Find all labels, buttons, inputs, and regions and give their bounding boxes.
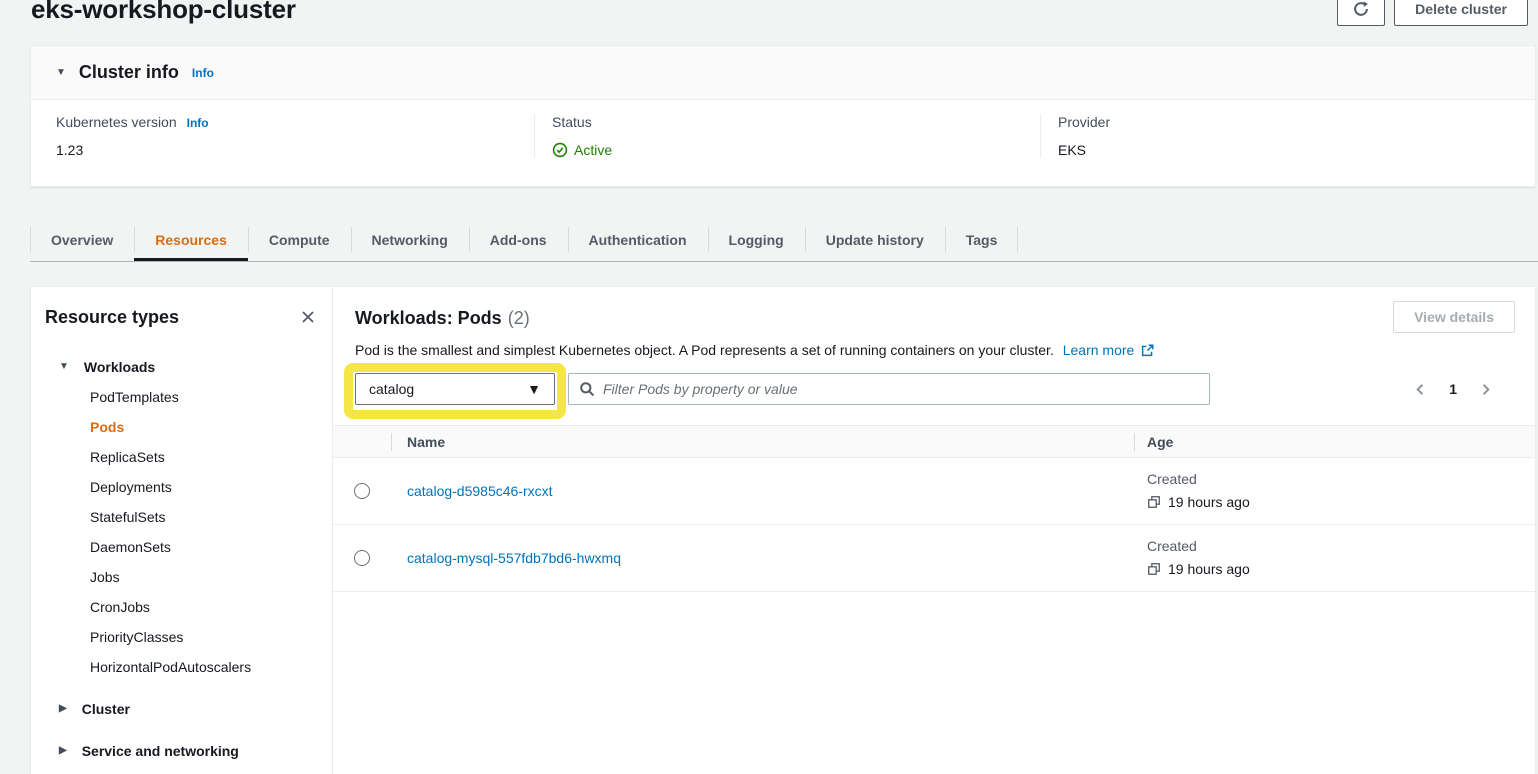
status-label: Status: [552, 114, 592, 130]
pods-search-box: [568, 373, 1210, 405]
status-active-icon: [552, 142, 568, 158]
sidebar-close-button[interactable]: [296, 305, 320, 329]
learn-more-link[interactable]: Learn more: [1063, 342, 1135, 358]
next-page-button[interactable]: [1478, 382, 1493, 397]
copy-icon: [1147, 562, 1161, 576]
pod-name-link[interactable]: catalog-mysql-557fdb7bd6-hwxmq: [407, 550, 621, 566]
namespace-filter-value: catalog: [369, 381, 414, 397]
table-row: catalog-mysql-557fdb7bd6-hwxmq Created: [333, 525, 1535, 592]
sidebar-group-cluster[interactable]: ▶ Cluster: [45, 701, 320, 717]
copy-button[interactable]: [1147, 562, 1161, 576]
pod-name-link[interactable]: catalog-d5985c46-rxcxt: [407, 483, 553, 499]
copy-icon: [1147, 495, 1161, 509]
close-icon: [300, 309, 316, 325]
provider-label: Provider: [1058, 114, 1110, 130]
pods-count: (2): [508, 308, 530, 329]
status-badge: Active: [574, 142, 612, 158]
tab-logging[interactable]: Logging: [708, 218, 805, 261]
workloads-items: PodTemplates Pods ReplicaSets Deployment…: [45, 389, 320, 675]
triangle-right-icon: ▶: [59, 704, 67, 714]
cluster-info-info-link[interactable]: Info: [192, 66, 214, 80]
view-details-button[interactable]: View details: [1393, 301, 1515, 333]
provider-value: EKS: [1058, 142, 1535, 158]
sidebar-group-service-networking-label: Service and networking: [82, 743, 239, 759]
pods-description: Pod is the smallest and simplest Kuberne…: [355, 342, 1515, 360]
filter-row: catalog ▼: [355, 373, 1515, 405]
table-header-row: Name Age: [333, 425, 1535, 458]
sidebar-group-workloads-label: Workloads: [84, 359, 155, 375]
age-column-header: Age: [1134, 434, 1535, 450]
sidebar-group-workloads[interactable]: ▼ Workloads: [45, 359, 320, 375]
cluster-info-header[interactable]: ▼ Cluster info Info: [31, 46, 1535, 100]
sidebar-item-deployments[interactable]: Deployments: [90, 479, 320, 495]
kubernetes-version-value: 1.23: [56, 142, 534, 158]
current-page-number[interactable]: 1: [1449, 381, 1457, 397]
age-created-label: Created: [1147, 471, 1535, 487]
pods-panel-title: Workloads: Pods: [355, 308, 502, 329]
eks-console-screen: eks-workshop-cluster Delete cluster ▼ Cl…: [0, 0, 1538, 774]
row-radio-button[interactable]: [354, 550, 370, 566]
age-value-text: 19 hours ago: [1168, 494, 1250, 510]
tab-add-ons[interactable]: Add-ons: [469, 218, 568, 261]
tab-resources[interactable]: Resources: [134, 218, 248, 261]
pagination: 1: [1413, 381, 1493, 397]
age-value-text: 19 hours ago: [1168, 561, 1250, 577]
sidebar-item-podtemplates[interactable]: PodTemplates: [90, 389, 320, 405]
status-field: Status Active: [534, 114, 1040, 158]
caret-down-icon: ▼: [527, 381, 541, 397]
sidebar-item-pods[interactable]: Pods: [90, 419, 320, 435]
collapse-triangle-icon: ▼: [56, 68, 66, 78]
cluster-info-card: ▼ Cluster info Info Kubernetes version I…: [30, 45, 1536, 187]
tab-update-history[interactable]: Update history: [805, 218, 945, 261]
triangle-right-icon: ▶: [59, 746, 67, 756]
cluster-info-title: Cluster info: [79, 62, 179, 83]
pods-search-input[interactable]: [603, 381, 1199, 397]
triangle-down-icon: ▼: [59, 362, 69, 372]
sidebar-title: Resource types: [45, 307, 179, 328]
row-radio-button[interactable]: [354, 483, 370, 499]
resources-card: Resource types ▼ Workloads PodTemplates …: [30, 286, 1536, 774]
tab-networking[interactable]: Networking: [351, 218, 469, 261]
sidebar-item-priorityclasses[interactable]: PriorityClasses: [90, 629, 320, 645]
external-link-icon: [1141, 344, 1154, 360]
copy-button[interactable]: [1147, 495, 1161, 509]
sidebar-item-daemonsets[interactable]: DaemonSets: [90, 539, 320, 555]
name-column-header: Name: [391, 434, 1134, 450]
delete-cluster-button[interactable]: Delete cluster: [1394, 0, 1528, 26]
namespace-filter-dropdown[interactable]: catalog ▼: [355, 373, 555, 405]
refresh-icon: [1352, 0, 1370, 18]
provider-field: Provider EKS: [1040, 114, 1535, 158]
age-created-label: Created: [1147, 538, 1535, 554]
cluster-info-body: Kubernetes version Info 1.23 Status: [31, 100, 1535, 158]
tab-compute[interactable]: Compute: [248, 218, 351, 261]
tab-tags[interactable]: Tags: [945, 218, 1019, 261]
resource-types-sidebar: Resource types ▼ Workloads PodTemplates …: [31, 287, 333, 774]
sidebar-item-jobs[interactable]: Jobs: [90, 569, 320, 585]
pods-table: Name Age catalog-d5985c46-rxcxt Created: [333, 425, 1535, 592]
kubernetes-version-info-link[interactable]: Info: [187, 116, 209, 130]
tab-overview[interactable]: Overview: [30, 218, 134, 261]
sidebar-item-horizontalpodautoscalers[interactable]: HorizontalPodAutoscalers: [90, 659, 320, 675]
previous-page-button[interactable]: [1413, 382, 1428, 397]
kubernetes-version-field: Kubernetes version Info 1.23: [31, 114, 534, 158]
tab-authentication[interactable]: Authentication: [568, 218, 708, 261]
search-icon: [579, 381, 595, 397]
sidebar-item-replicasets[interactable]: ReplicaSets: [90, 449, 320, 465]
sidebar-group-cluster-label: Cluster: [82, 701, 130, 717]
kubernetes-version-label: Kubernetes version: [56, 114, 177, 130]
page-title: eks-workshop-cluster: [31, 0, 296, 25]
sidebar-item-statefulsets[interactable]: StatefulSets: [90, 509, 320, 525]
refresh-button[interactable]: [1337, 0, 1385, 26]
sidebar-group-service-networking[interactable]: ▶ Service and networking: [45, 743, 320, 759]
sidebar-item-cronjobs[interactable]: CronJobs: [90, 599, 320, 615]
pods-panel: Workloads: Pods (2) View details Pod is …: [333, 287, 1535, 774]
table-row: catalog-d5985c46-rxcxt Created: [333, 458, 1535, 525]
page-actions: Delete cluster: [1337, 0, 1528, 26]
cluster-tabs: Overview Resources Compute Networking Ad…: [30, 218, 1538, 262]
